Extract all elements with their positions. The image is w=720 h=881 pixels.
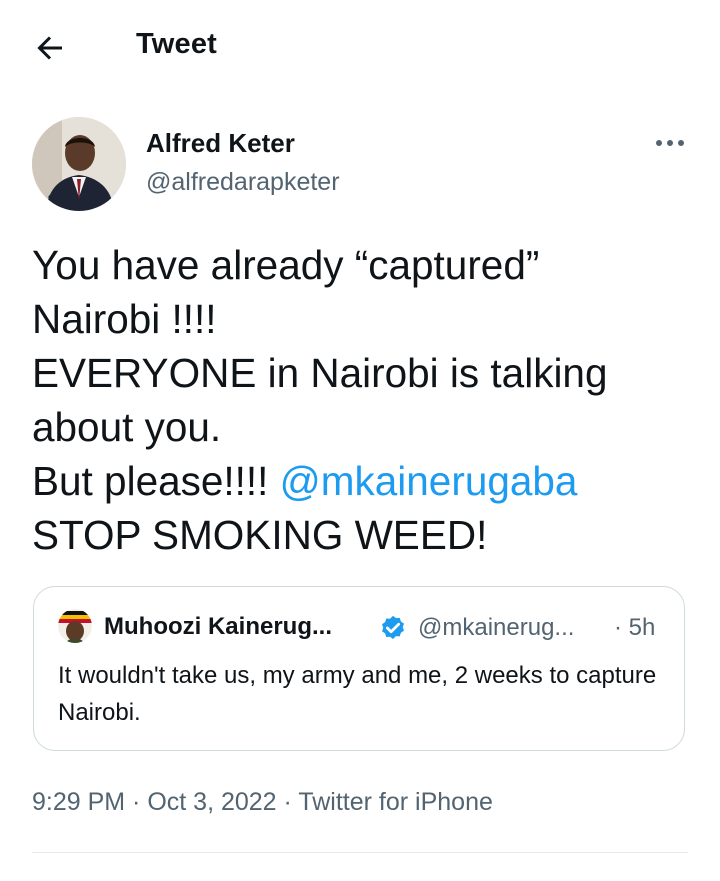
tweet-time[interactable]: 9:29 PM	[32, 788, 125, 816]
tweet-text-fragment: But please!!!!	[32, 458, 280, 504]
tweet-metadata: 9:29 PM · Oct 3, 2022 · Twitter for iPho…	[32, 788, 493, 817]
separator: ·	[125, 788, 148, 816]
quoted-tweet-time: · 5h	[614, 614, 656, 641]
verified-badge-icon	[382, 615, 404, 639]
tweet-source[interactable]: Twitter for iPhone	[298, 788, 493, 816]
author-avatar[interactable]	[32, 117, 126, 211]
tweet-line: EVERYONE in Nairobi is talking	[32, 350, 608, 396]
quoted-author-photo	[58, 609, 92, 643]
tweet-line-mention: But please!!!! @mkainerugaba	[32, 454, 692, 508]
separator: ·	[276, 788, 299, 816]
mention-link[interactable]: @mkainerugaba	[280, 458, 578, 504]
tweet-line: You have already “captured”	[32, 242, 540, 288]
quoted-author-name: Muhoozi Kainerug...	[104, 613, 332, 640]
tweet-line: Nairobi !!!!	[32, 296, 217, 342]
tweet-text: You have already “captured” Nairobi !!!!…	[32, 238, 692, 562]
tweet-line: about you.	[32, 404, 222, 450]
quoted-tweet-text: It wouldn't take us, my army and me, 2 w…	[58, 662, 657, 726]
divider	[32, 852, 688, 853]
quoted-tweet[interactable]: Muhoozi Kainerug... @mkainerug... · 5h I…	[33, 586, 685, 751]
arrow-left-icon[interactable]	[32, 30, 68, 66]
top-bar: Tweet	[0, 0, 720, 92]
author-name[interactable]: Alfred Keter	[146, 128, 295, 159]
quoted-author-avatar	[58, 609, 92, 643]
author-photo	[32, 117, 126, 211]
quoted-author-handle: @mkainerug...	[418, 614, 575, 641]
tweet-line: STOP SMOKING WEED!	[32, 512, 488, 558]
tweet-date[interactable]: Oct 3, 2022	[147, 788, 276, 816]
page-title: Tweet	[136, 28, 218, 60]
more-options-icon[interactable]	[650, 130, 690, 156]
author-handle[interactable]: @alfredarapketer	[146, 168, 340, 197]
